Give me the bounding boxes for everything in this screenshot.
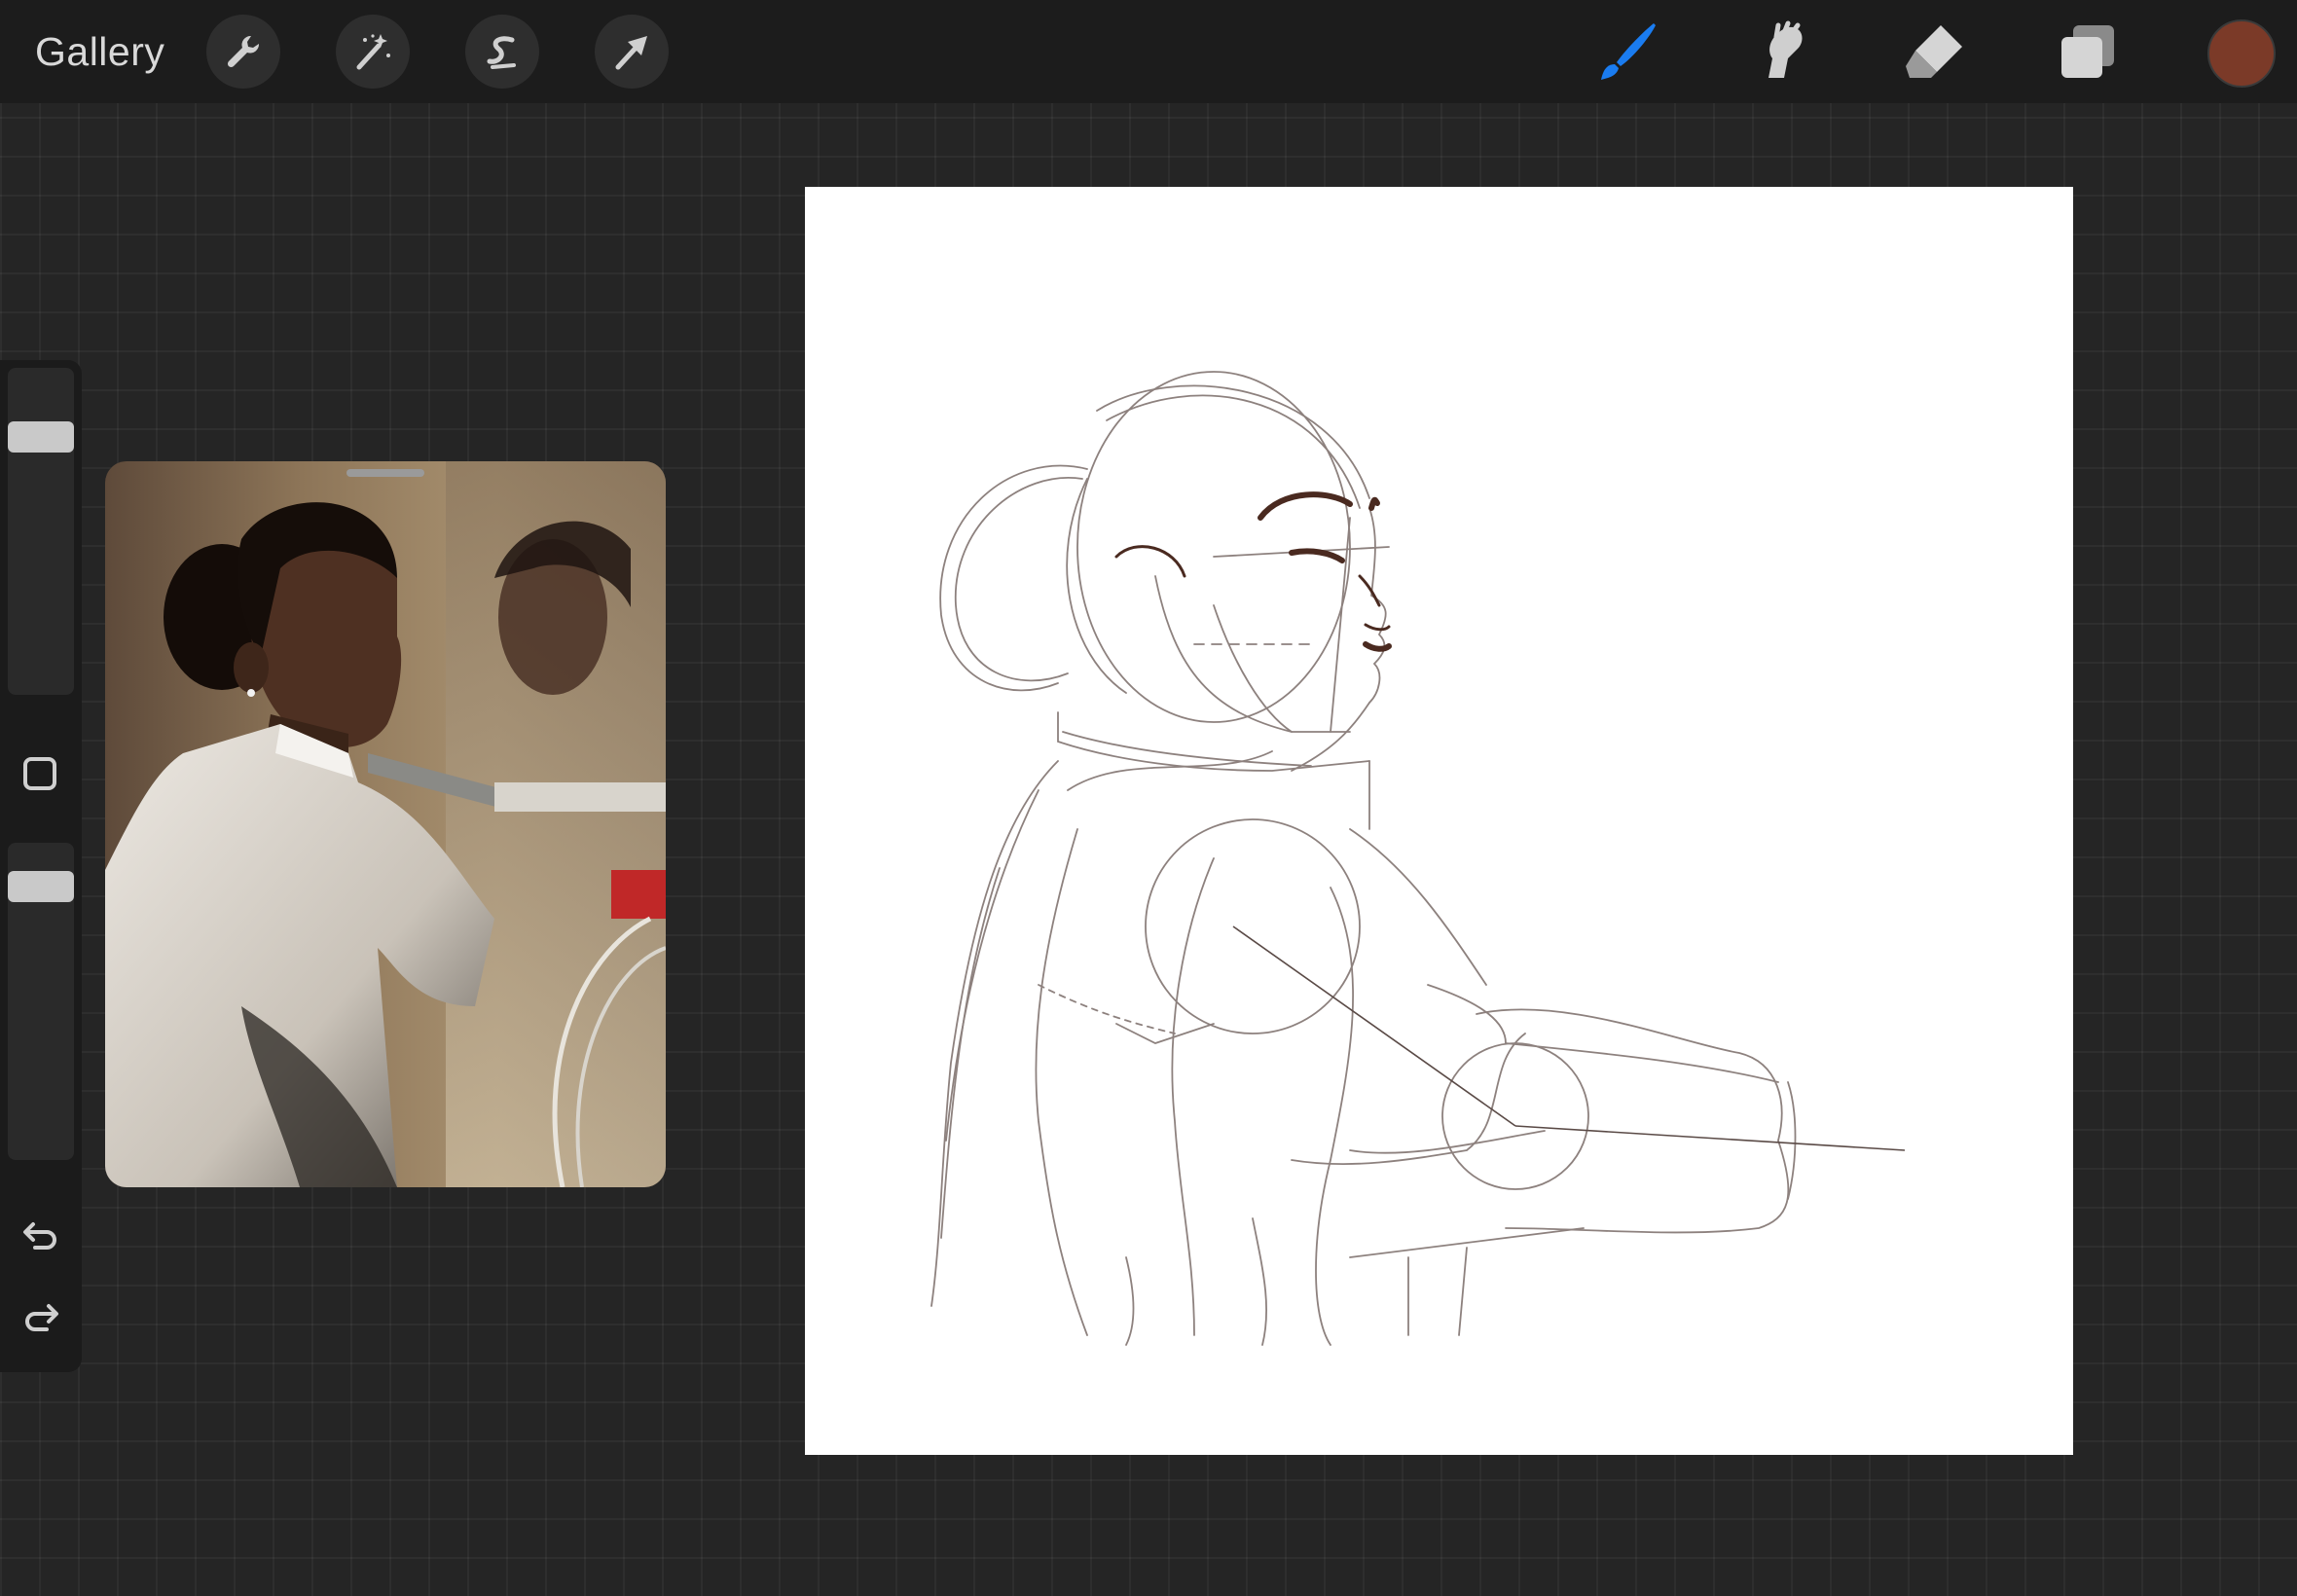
adjustments-button[interactable]: [336, 15, 410, 89]
layers-button[interactable]: [2054, 18, 2122, 86]
brush-size-slider-thumb[interactable]: [8, 420, 74, 453]
smudge-tool-button[interactable]: [1747, 18, 1815, 86]
eraser-icon: [1906, 25, 1962, 78]
reference-photo: [105, 461, 666, 1187]
opacity-slider-thumb[interactable]: [8, 871, 74, 903]
eraser-tool-button[interactable]: [1900, 18, 1968, 86]
transform-arrow-icon: [615, 36, 647, 70]
redo-icon: [25, 1304, 58, 1331]
top-toolbar: Gallery: [0, 0, 2297, 103]
gallery-button[interactable]: Gallery: [35, 23, 164, 80]
reference-window[interactable]: [105, 461, 666, 1187]
modify-button[interactable]: [23, 757, 56, 790]
sketch-drawing: [930, 371, 1906, 1346]
transform-button[interactable]: [595, 15, 669, 89]
magic-wand-icon: [356, 34, 390, 70]
brush-size-slider[interactable]: [8, 368, 74, 695]
selection-s-icon: [487, 36, 516, 69]
selection-button[interactable]: [465, 15, 539, 89]
redo-button[interactable]: [18, 1294, 64, 1341]
wrench-icon: [227, 35, 260, 68]
brush-tool-button[interactable]: [1593, 18, 1661, 86]
undo-icon: [23, 1222, 56, 1250]
drawing-canvas[interactable]: [805, 187, 2073, 1455]
color-picker-button[interactable]: [2207, 19, 2276, 88]
smudge-icon: [1768, 20, 1803, 78]
left-sidebar: [0, 360, 82, 1372]
actions-button[interactable]: [206, 15, 280, 89]
brush-icon: [1601, 23, 1656, 80]
reference-drag-handle[interactable]: [346, 469, 424, 477]
undo-button[interactable]: [18, 1213, 64, 1259]
layers-icon: [2061, 25, 2114, 78]
